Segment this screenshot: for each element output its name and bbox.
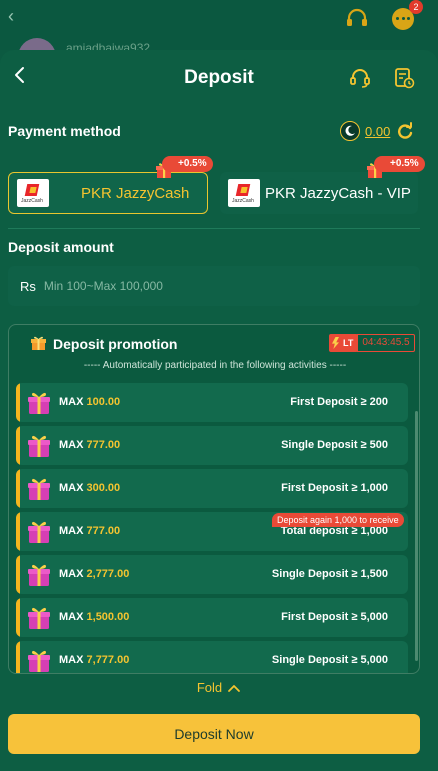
gift-icon	[31, 336, 46, 350]
max-reward: MAX 1,500.00	[59, 611, 130, 623]
headset-icon[interactable]	[348, 66, 372, 90]
jazzcash-logo: JazzCash	[228, 179, 260, 207]
gift-box-icon	[26, 390, 52, 416]
deposit-condition: Single Deposit ≥ 1,500	[271, 568, 388, 580]
bonus-badge: +0.5%	[162, 156, 213, 172]
balance-value: 0.00	[365, 123, 391, 139]
max-reward: MAX 777.00	[59, 439, 121, 451]
page-title: Deposit	[184, 67, 254, 88]
promotion-item: MAX 2,777.00 Single Deposit ≥ 1,500	[16, 555, 408, 594]
gift-box-icon	[26, 433, 52, 459]
promotion-title: Deposit promotion	[53, 336, 178, 352]
history-icon[interactable]	[392, 66, 416, 90]
promotion-item: MAX 7,777.00 Single Deposit ≥ 5,000	[16, 641, 408, 673]
max-reward: MAX 777.00	[59, 525, 121, 537]
max-reward: MAX 300.00	[59, 482, 121, 494]
notification-badge: 2	[409, 0, 423, 14]
max-reward: MAX 2,777.00	[59, 568, 130, 580]
limited-time-badge: LT 04:43:45.5	[329, 334, 415, 352]
gift-box-icon	[26, 648, 52, 673]
gift-box-icon	[26, 562, 52, 588]
promotion-subtitle: ----- Automatically participated in the …	[83, 360, 347, 371]
promotion-header: Deposit promotion LT 04:43:45.5	[9, 325, 419, 361]
promotion-item: MAX 1,500.00 First Deposit ≥ 5,000	[16, 598, 408, 637]
deposit-again-note: Deposit again 1,000 to receive	[272, 513, 404, 527]
deposit-condition: First Deposit ≥ 5,000	[281, 611, 388, 623]
bg-headset-icon	[347, 8, 367, 26]
max-reward: MAX 7,777.00	[59, 654, 130, 666]
balance-display: 0.00	[340, 120, 414, 142]
gift-box-icon	[26, 605, 52, 631]
chevron-up-icon	[228, 684, 241, 692]
promotion-list: MAX 100.00 First Deposit ≥ 200 MAX 777.00 S…	[16, 383, 408, 673]
promotion-item: MAX 100.00 First Deposit ≥ 200	[16, 383, 408, 422]
background-top-bar: ‹ 2 amjadbajwa932	[0, 0, 438, 58]
deposit-now-button[interactable]: Deposit Now	[8, 714, 420, 754]
payment-option-label: PKR JazzyCash	[81, 184, 190, 202]
refresh-icon[interactable]	[396, 122, 414, 140]
amount-field: Rs	[8, 266, 420, 306]
gift-box-icon	[26, 519, 52, 545]
bg-back-icon: ‹	[8, 6, 14, 26]
deposit-condition: First Deposit ≥ 1,000	[281, 482, 388, 494]
deposit-amount-title: Deposit amount	[8, 239, 114, 255]
promotion-item: MAX 777.00 Total deposit ≥ 1,000 Deposit a…	[16, 512, 408, 551]
promotion-item: MAX 777.00 Single Deposit ≥ 500	[16, 426, 408, 465]
currency-label: Rs	[20, 278, 36, 294]
payment-method-title: Payment method	[8, 123, 121, 139]
payment-option-jazzcash-vip[interactable]: JazzCash PKR JazzyCash - VIP	[220, 172, 418, 214]
amount-input[interactable]	[43, 271, 420, 301]
payment-option-jazzcash[interactable]: JazzCash PKR JazzyCash	[8, 172, 208, 214]
deposit-condition: Single Deposit ≥ 500	[281, 439, 388, 451]
promotion-item: MAX 300.00 First Deposit ≥ 1,000	[16, 469, 408, 508]
lt-label: LT	[329, 334, 359, 352]
deposit-condition: Single Deposit ≥ 5,000	[271, 654, 388, 666]
max-reward: MAX 100.00	[59, 396, 121, 408]
jazzcash-logo: JazzCash	[17, 179, 49, 207]
payment-option-label: PKR JazzyCash - VIP	[265, 184, 411, 202]
bonus-badge: +0.5%	[374, 156, 425, 172]
header: Deposit	[0, 50, 438, 106]
gift-box-icon	[26, 476, 52, 502]
promotion-panel: Deposit promotion LT 04:43:45.5 ----- Au…	[8, 324, 420, 674]
divider	[8, 228, 420, 229]
pk-flag-icon	[340, 121, 360, 141]
fold-button[interactable]: Fold	[0, 680, 438, 695]
fold-label: Fold	[196, 680, 223, 695]
deposit-sheet: Deposit Payment method 0.00 JazzCash PKR…	[0, 50, 438, 771]
deposit-condition: First Deposit ≥ 200	[290, 396, 388, 408]
countdown-timer: 04:43:45.5	[357, 334, 415, 352]
scrollbar[interactable]	[415, 411, 418, 661]
